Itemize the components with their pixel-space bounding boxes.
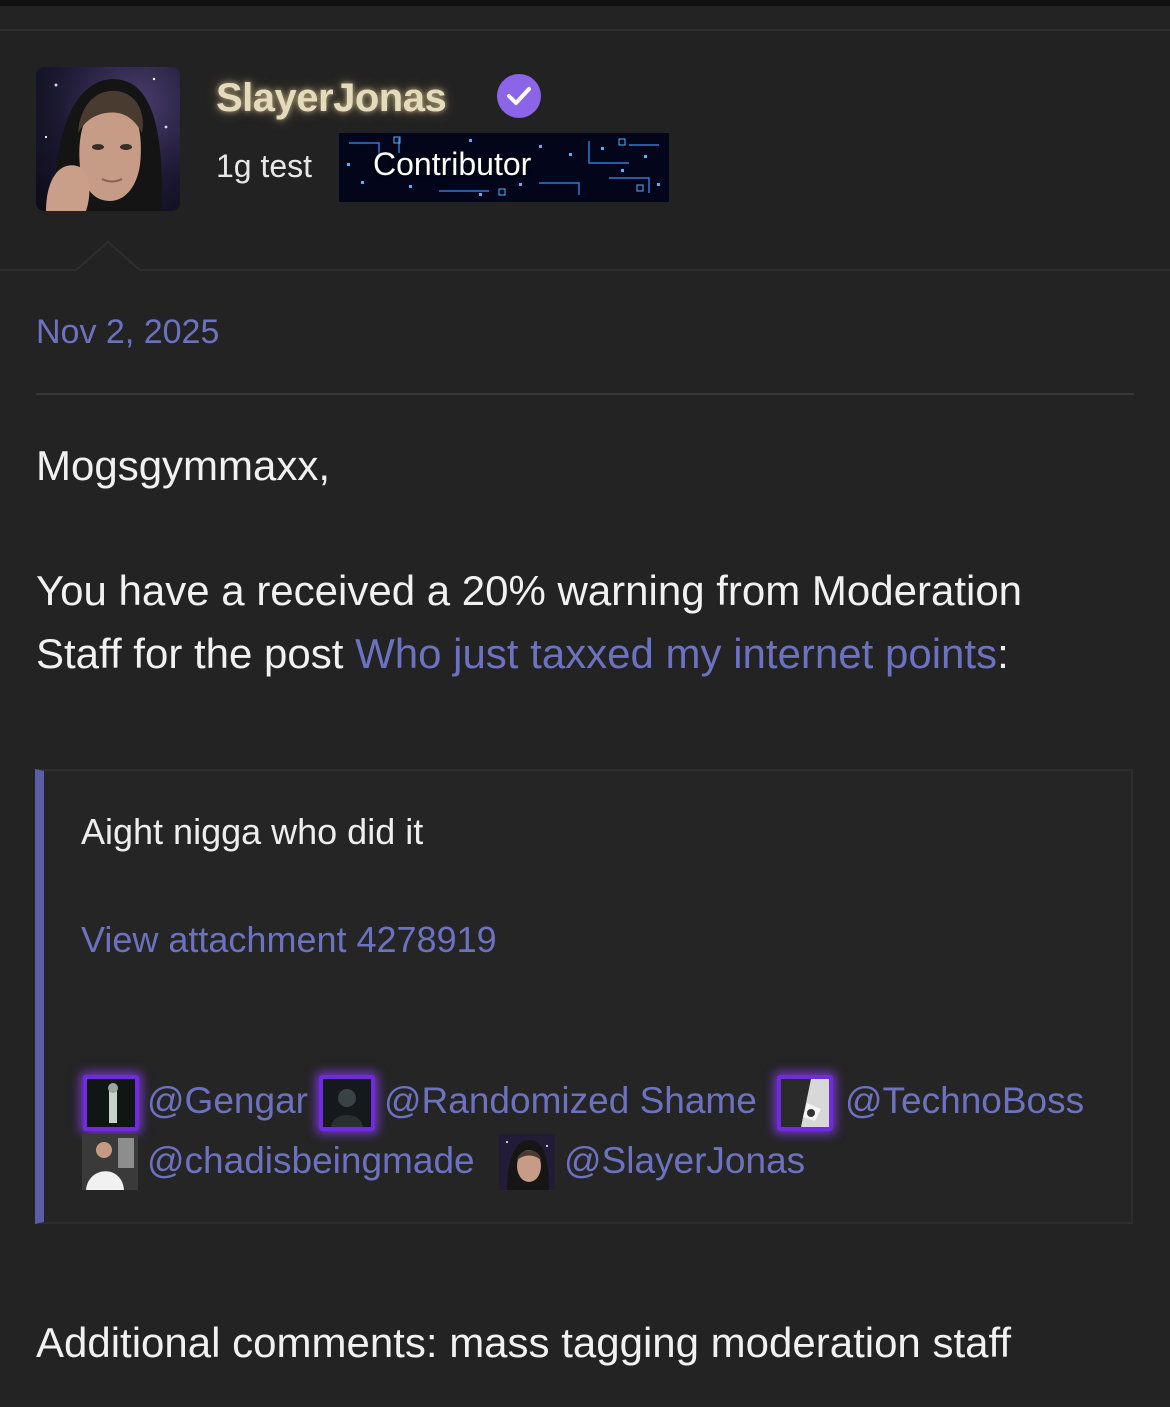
mention-avatar-randomized-shame (319, 1075, 375, 1131)
additional-comments: Additional comments: mass tagging modera… (36, 1319, 1012, 1366)
warned-post-link[interactable]: Who just taxxed my internet points (355, 630, 997, 677)
top-bar (0, 0, 1170, 6)
mention-slayerjonas[interactable]: @SlayerJonas (564, 1140, 805, 1182)
user-title: 1g test (216, 148, 313, 184)
header-divider (0, 269, 1170, 271)
date-divider (36, 393, 1134, 395)
mention-randomized-shame[interactable]: @Randomized Shame (384, 1080, 757, 1122)
quoted-text: Aight nigga who did it (81, 811, 424, 852)
greeting: Mogsgymmaxx, (36, 442, 331, 489)
rank-banner: Contributor (339, 133, 669, 202)
mention-avatar-technoboss (777, 1075, 833, 1131)
verified-check-icon (497, 74, 541, 118)
mention-chadisbeingmade[interactable]: @chadisbeingmade (147, 1140, 475, 1182)
warning-line-2-suffix: : (997, 630, 1009, 677)
mention-gengar[interactable]: @Gengar (147, 1080, 308, 1122)
mention-avatar-chadisbeingmade (82, 1134, 138, 1190)
author-username[interactable]: SlayerJonas (216, 76, 447, 121)
mention-technoboss[interactable]: @TechnoBoss (845, 1080, 1084, 1122)
header-notch (75, 240, 141, 272)
rank-label: Contributor (373, 146, 532, 182)
view-attachment-link[interactable]: View attachment 4278919 (81, 919, 497, 961)
mention-avatar-slayerjonas (499, 1134, 555, 1190)
post-date[interactable]: Nov 2, 2025 (36, 313, 219, 352)
mention-avatar-gengar (83, 1075, 139, 1131)
warning-line-1: You have a received a 20% warning from M… (36, 567, 1023, 614)
warning-line-2-prefix: Staff for the post (36, 630, 356, 677)
author-avatar[interactable] (36, 67, 180, 211)
warning-line-2: Staff for the post Who just taxxed my in… (36, 630, 1009, 678)
